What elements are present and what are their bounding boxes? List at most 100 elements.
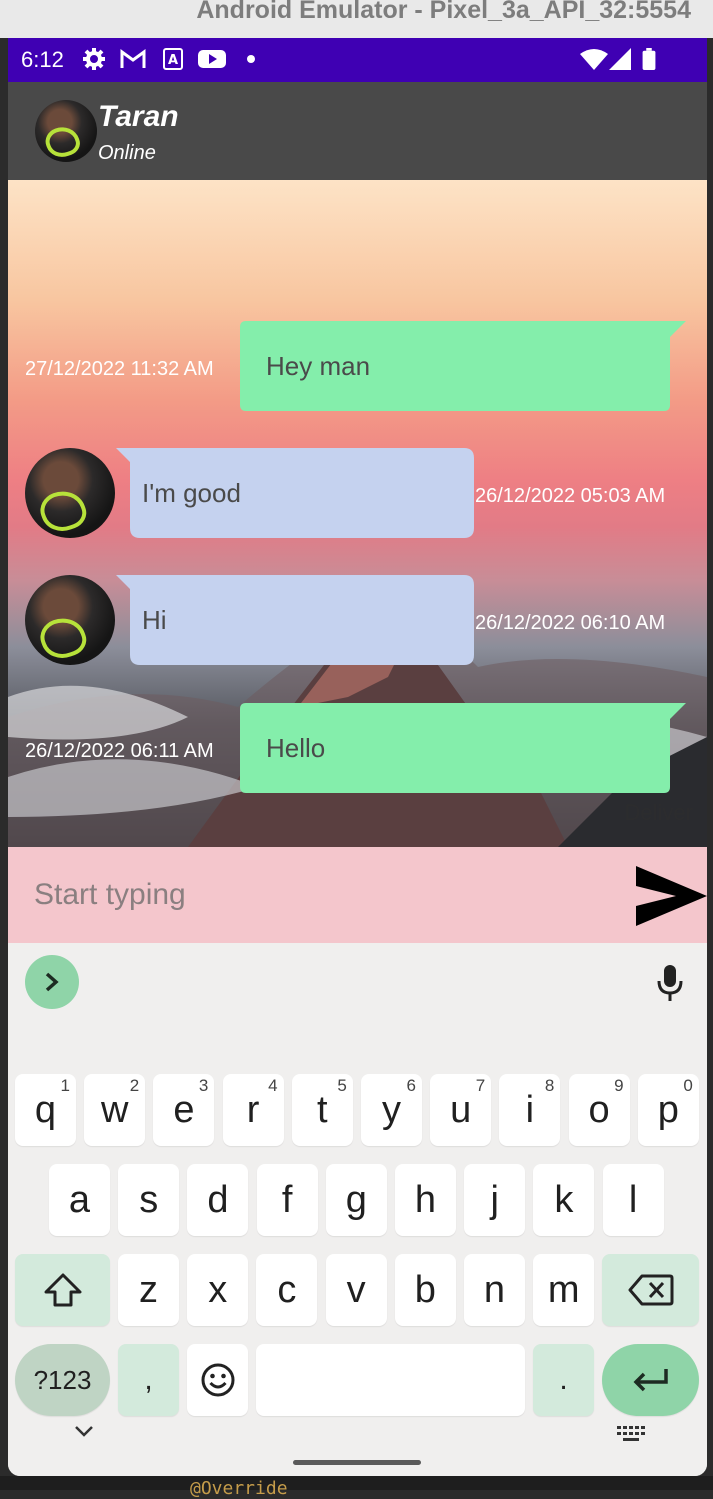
key-label: q [34, 1088, 57, 1131]
received-message-bubble[interactable]: I'm good [130, 448, 474, 538]
emoji-key[interactable] [187, 1344, 248, 1416]
send-button[interactable] [634, 864, 707, 928]
key-label: y [382, 1088, 401, 1131]
key-r[interactable]: r4 [222, 1074, 284, 1146]
chat-header: Taran Online [8, 82, 707, 180]
message-list[interactable]: 27/12/2022 11:32 AM Hey man I'm good 26/… [8, 180, 707, 847]
key-x[interactable]: x [187, 1254, 249, 1326]
microphone-icon[interactable] [656, 963, 684, 1003]
key-o[interactable]: o9 [568, 1074, 630, 1146]
svg-text:A: A [168, 53, 178, 68]
key-l[interactable]: l [602, 1164, 664, 1236]
message-timestamp: 26/12/2022 06:11 AM [25, 740, 214, 762]
key-t[interactable]: t5 [291, 1074, 353, 1146]
dot-icon [247, 55, 255, 63]
composer-bar [8, 847, 707, 943]
key-hint: 5 [337, 1076, 347, 1095]
backspace-icon [628, 1274, 673, 1306]
contact-avatar[interactable] [35, 100, 97, 162]
key-w[interactable]: w2 [84, 1074, 146, 1146]
message-text: Hello [266, 732, 326, 763]
enter-icon [633, 1369, 668, 1392]
status-time: 6:12 [21, 47, 64, 72]
backspace-key[interactable] [602, 1254, 699, 1326]
shift-icon [44, 1273, 81, 1307]
space-key[interactable] [256, 1344, 525, 1416]
battery-icon [642, 48, 656, 70]
delivery-status: Deliver [624, 800, 693, 825]
key-label: t [317, 1088, 328, 1131]
key-hint: 2 [129, 1076, 140, 1095]
sent-message-bubble[interactable]: Hello [240, 703, 670, 793]
shift-key[interactable] [15, 1254, 110, 1326]
key-b[interactable]: b [394, 1254, 456, 1326]
soft-keyboard: q1w2e3r4t5y6u7i8o9p0 asdfghjkl zxcvbnm ?… [8, 943, 707, 1476]
key-hint: 0 [683, 1076, 693, 1095]
key-label: p [657, 1088, 679, 1131]
key-label: w [100, 1088, 129, 1131]
key-q[interactable]: q1 [15, 1074, 76, 1146]
a-icon: A [163, 48, 183, 70]
gear-icon [83, 48, 105, 70]
key-p[interactable]: p0 [637, 1074, 699, 1146]
key-hint: 8 [544, 1076, 555, 1095]
received-message-bubble[interactable]: Hi [130, 575, 474, 665]
key-z[interactable]: z [118, 1254, 179, 1326]
sender-avatar[interactable] [25, 575, 115, 665]
period-key[interactable]: . [533, 1344, 594, 1416]
key-h[interactable]: h [395, 1164, 456, 1236]
key-g[interactable]: g [325, 1164, 387, 1236]
key-hint: 1 [60, 1076, 70, 1095]
key-label: o [588, 1088, 610, 1131]
message-timestamp: 26/12/2022 06:10 AM [475, 612, 666, 634]
symbols-key[interactable]: ?123 [15, 1344, 110, 1416]
sender-avatar[interactable] [25, 448, 115, 538]
key-f[interactable]: f [256, 1164, 318, 1236]
key-hint: 9 [614, 1076, 624, 1095]
hide-keyboard-icon[interactable] [73, 1423, 95, 1439]
comma-key[interactable]: , [118, 1344, 179, 1416]
chevron-right-icon [45, 972, 59, 992]
status-bar: 6:12 A [8, 38, 707, 82]
key-k[interactable]: k [533, 1164, 595, 1236]
sent-message-bubble[interactable]: Hey man [240, 321, 670, 411]
wifi-icon [580, 49, 608, 70]
key-j[interactable]: j [464, 1164, 526, 1236]
key-n[interactable]: n [464, 1254, 525, 1326]
gmail-icon [120, 49, 146, 68]
key-v[interactable]: v [325, 1254, 387, 1326]
emulator-titlebar: Android Emulator - Pixel_3a_API_32:5554 [0, 0, 713, 38]
signal-icon [609, 48, 631, 70]
message-timestamp: 26/12/2022 05:03 AM [475, 485, 666, 507]
key-hint: 7 [475, 1076, 486, 1095]
key-m[interactable]: m [533, 1254, 595, 1326]
key-label: i [525, 1088, 535, 1131]
key-hint: 4 [268, 1076, 278, 1095]
key-s[interactable]: s [118, 1164, 180, 1236]
message-text: Hey man [266, 350, 371, 381]
keyboard-expand-button[interactable] [25, 955, 79, 1009]
ide-code-text: @Override [190, 1478, 288, 1499]
key-e[interactable]: e3 [153, 1074, 215, 1146]
key-d[interactable]: d [187, 1164, 249, 1236]
key-u[interactable]: u7 [430, 1074, 492, 1146]
key-y[interactable]: y6 [361, 1074, 422, 1146]
key-hint: 6 [406, 1076, 416, 1095]
key-label: u [450, 1088, 472, 1131]
contact-name[interactable]: Taran [98, 100, 179, 134]
key-a[interactable]: a [49, 1164, 110, 1236]
key-hint: 3 [198, 1076, 209, 1095]
contact-status: Online [98, 142, 156, 164]
key-label: e [173, 1088, 195, 1131]
keyboard-switch-icon[interactable] [616, 1425, 646, 1443]
message-input[interactable] [8, 847, 628, 943]
gesture-nav-handle[interactable] [293, 1460, 421, 1465]
youtube-icon [198, 50, 226, 68]
key-label: r [246, 1088, 260, 1131]
message-text: I'm good [142, 477, 241, 508]
emulator-title: Android Emulator - Pixel_3a_API_32:5554 [196, 0, 691, 24]
enter-key[interactable] [602, 1344, 699, 1416]
key-i[interactable]: i8 [499, 1074, 561, 1146]
phone-screen: 6:12 A Taran Online 27/12/2022 11:32 AM … [8, 38, 707, 1476]
key-c[interactable]: c [256, 1254, 318, 1326]
